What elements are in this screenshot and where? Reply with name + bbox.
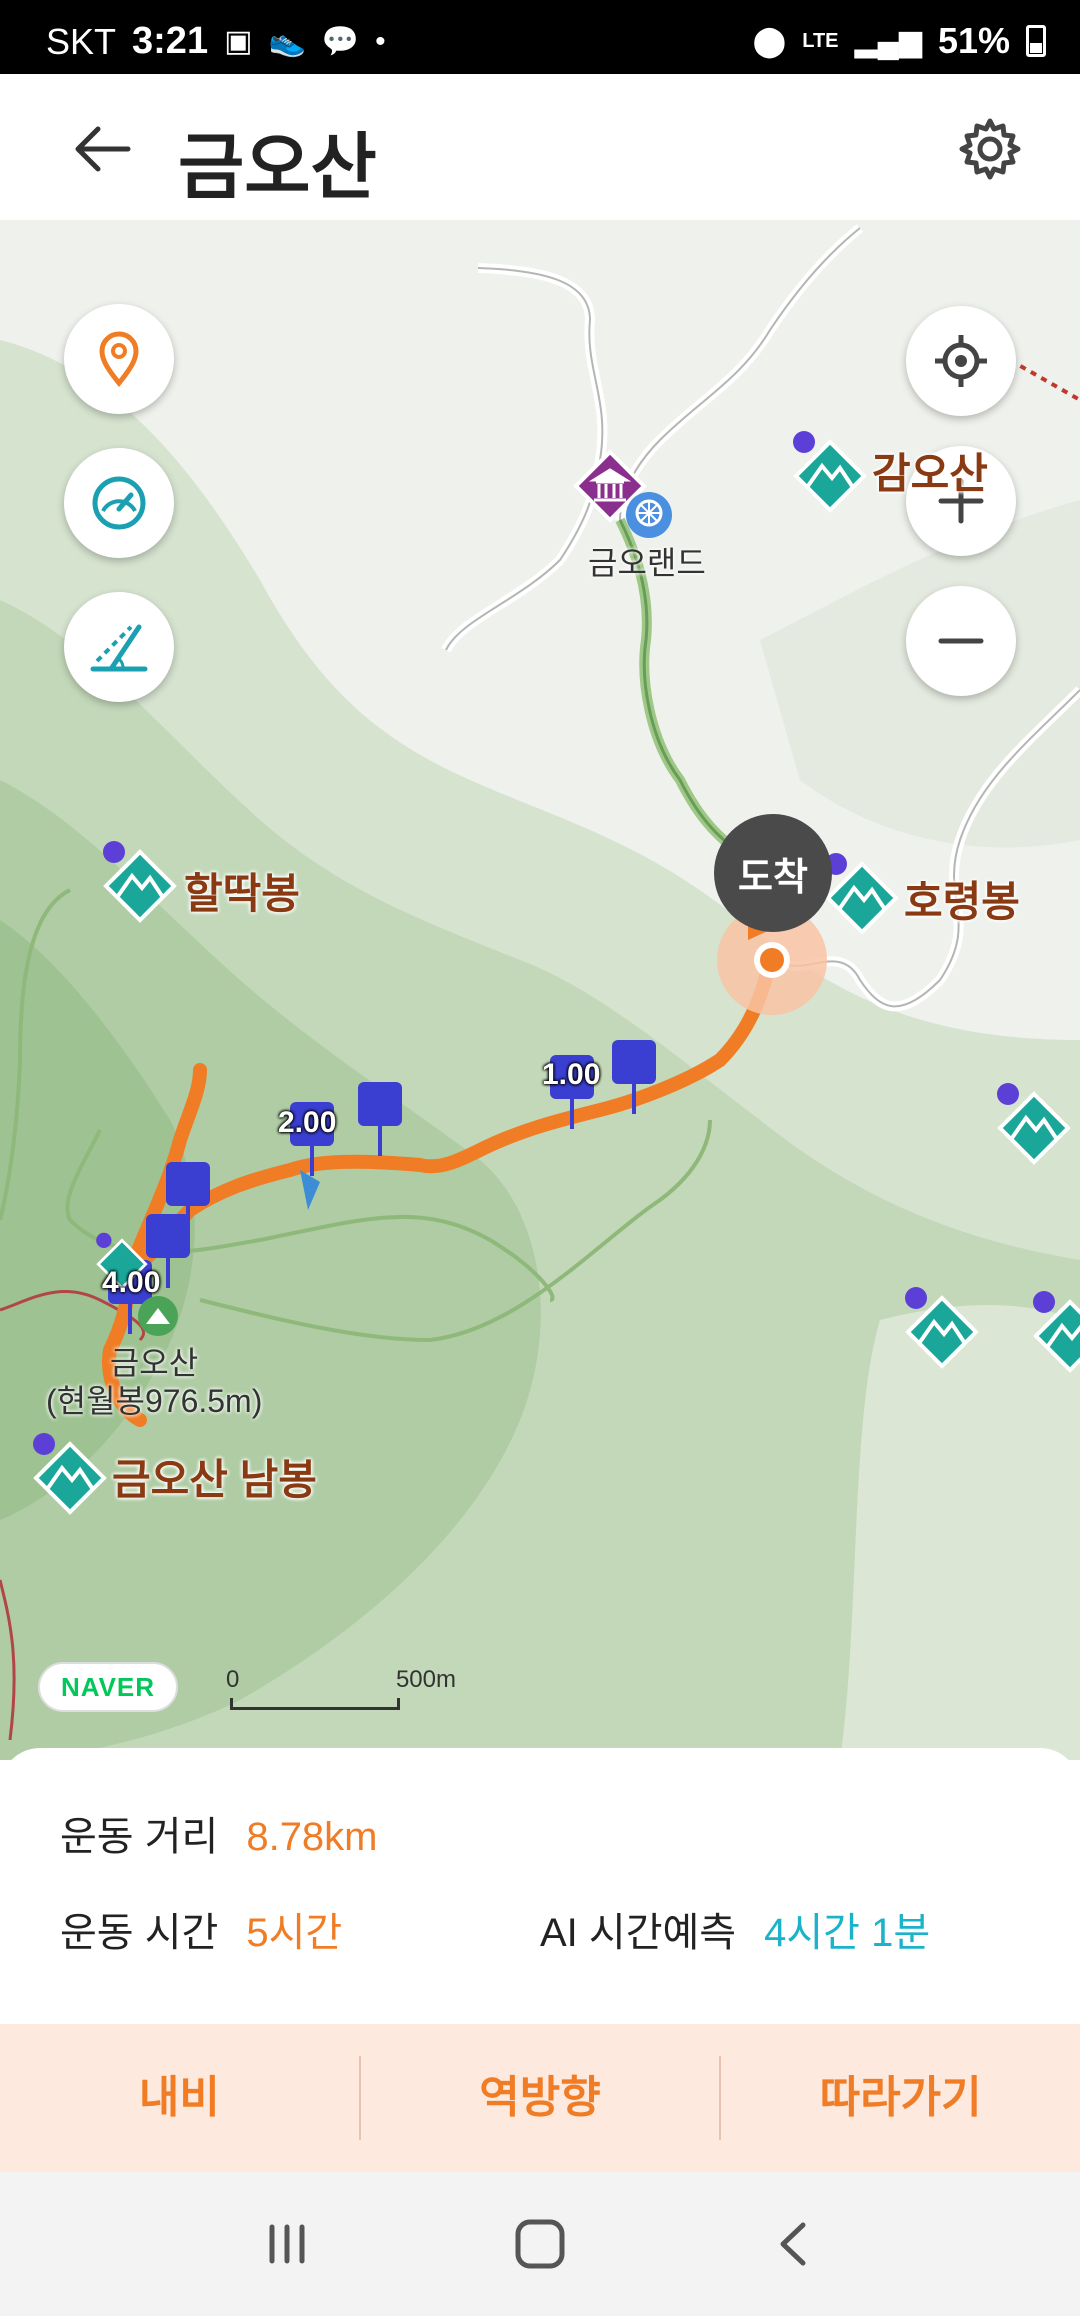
clock: 3:21 [132, 20, 209, 62]
app-header: 금오산 [0, 74, 1080, 220]
settings-button[interactable] [952, 114, 1028, 184]
lte-icon: LTE [802, 29, 839, 52]
recents-button[interactable] [247, 2204, 327, 2284]
ferris-wheel-icon[interactable] [624, 490, 674, 540]
home-icon [515, 2219, 565, 2269]
scale-bar [230, 1698, 400, 1710]
system-nav-bar [0, 2172, 1080, 2316]
dot-icon: • [375, 24, 386, 58]
my-location-button[interactable] [906, 306, 1016, 416]
peak-marker-icon[interactable] [822, 852, 902, 938]
peak-marker-icon[interactable] [30, 1432, 110, 1518]
naver-logo: NAVER [38, 1662, 178, 1712]
gallery-icon: ▣ [224, 25, 253, 58]
map-view[interactable]: 금오랜드 감오산 할딱봉 호령봉 금오산 남봉 금오산 (현월봉976.5m) … [0, 220, 1080, 1760]
peak-label[interactable]: 감오산 [872, 440, 988, 501]
place-label-land[interactable]: 금오랜드 [588, 544, 706, 582]
zoom-out-button[interactable] [906, 586, 1016, 696]
ai-estimate-value: 4시간 1분 [764, 1911, 931, 1955]
scale-zero: 0 [226, 1666, 240, 1693]
recents-icon [269, 2224, 305, 2264]
peak-label-nambong[interactable]: 금오산 남봉 [112, 1446, 317, 1507]
ai-estimate-row: AI 시간예측 4시간 1분 [540, 1900, 930, 1958]
arrival-point [760, 948, 784, 972]
peak-marker-icon[interactable] [790, 430, 870, 516]
km-marker-label: 4.00 [102, 1266, 161, 1299]
peak-marker-icon[interactable] [994, 1082, 1074, 1168]
home-button[interactable] [500, 2204, 580, 2284]
system-back-button[interactable] [753, 2204, 833, 2284]
arrow-left-icon [75, 126, 131, 172]
time-value: 5시간 [246, 1911, 343, 1955]
navi-button[interactable]: 내비 [0, 2024, 359, 2172]
distance-row: 운동 거리 8.78km [60, 1804, 378, 1862]
speedometer-button[interactable] [64, 448, 174, 558]
peak-label-halttak[interactable]: 할딱봉 [184, 860, 300, 921]
back-chevron-icon [780, 2222, 806, 2266]
info-panel: 운동 거리 8.78km 운동 시간 5시간 AI 시간예측 4시간 1분 [0, 1748, 1080, 2024]
peak-marker-icon[interactable] [902, 1286, 982, 1372]
chat-icon: 💬 [321, 25, 360, 58]
battery-percent: 51% [937, 20, 1010, 61]
status-bar: SKT 3:21 ▣ 👟 💬 • ⬤ LTE ▂▄▆ 51% [0, 0, 1080, 74]
page-title: 금오산 [178, 128, 377, 208]
action-bar: 내비 역방향 따라가기 [0, 2024, 1080, 2172]
battery-icon [1026, 25, 1046, 57]
scale-distance: 500m [395, 1666, 456, 1693]
follow-button[interactable]: 따라가기 [721, 2024, 1080, 2172]
time-label: 운동 시간 [60, 1911, 219, 1955]
location-pin-icon [99, 331, 139, 387]
place-label-summit-detail[interactable]: (현월봉976.5m) [46, 1382, 262, 1420]
location-icon: ⬤ [752, 24, 787, 58]
peak-label-horyeong[interactable]: 호령봉 [904, 868, 1020, 929]
distance-value: 8.78km [246, 1815, 378, 1859]
location-pin-button[interactable] [64, 304, 174, 414]
slope-button[interactable] [64, 592, 174, 702]
distance-label: 운동 거리 [60, 1815, 219, 1859]
zoom-out-icon [938, 638, 984, 644]
reverse-button[interactable]: 역방향 [361, 2024, 720, 2172]
back-button[interactable] [62, 114, 142, 184]
ai-estimate-label: AI 시간예측 [540, 1911, 737, 1955]
gear-icon [959, 118, 1021, 180]
pedometer-icon: 👟 [268, 25, 306, 58]
map-scale: 0 500m [226, 1666, 456, 1726]
peak-marker-icon[interactable] [1030, 1290, 1080, 1376]
km-marker-label: 1.00 [542, 1058, 601, 1091]
arrival-bubble[interactable]: 도착 [714, 814, 832, 932]
peak-marker-icon[interactable] [100, 840, 180, 926]
speedometer-icon [92, 476, 146, 530]
carrier-label: SKT [46, 20, 117, 62]
km-marker-label: 2.00 [278, 1106, 337, 1139]
slope-icon [90, 624, 148, 672]
my-location-icon [935, 335, 987, 387]
signal-icon: ▂▄▆ [854, 24, 922, 58]
place-label-summit[interactable]: 금오산 [104, 1344, 204, 1382]
time-row: 운동 시간 5시간 [60, 1900, 342, 1958]
